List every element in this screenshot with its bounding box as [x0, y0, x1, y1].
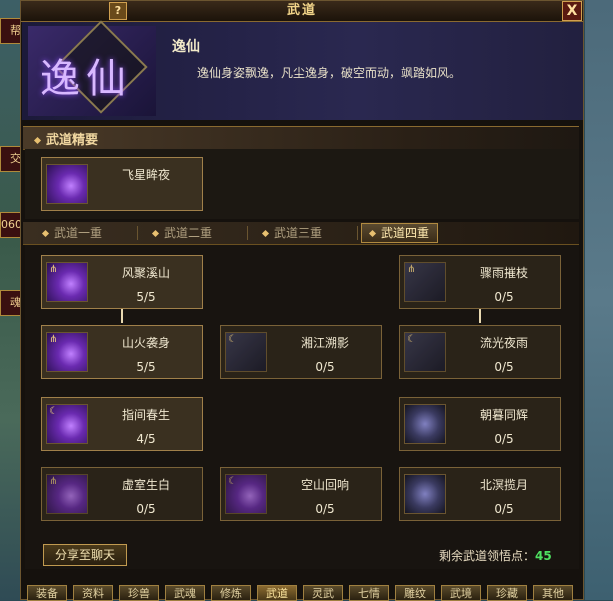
river-shadow-icon: ☾: [225, 332, 267, 372]
skill-level: 5/5: [136, 360, 156, 374]
tab-tier-1-label: 武道一重: [54, 226, 103, 240]
tab-tier-3[interactable]: 武道三重: [261, 224, 323, 242]
bottom-tab-collection[interactable]: 珍藏: [487, 585, 527, 601]
skill-tree: ⋔ 风聚溪山 5/5 ⋔ 骤雨摧枝 0/5 ⋔ 山火袭身 5/5 ☾ 湘江溯影 …: [25, 245, 579, 569]
bottom-tab-wudao[interactable]: 武道: [257, 585, 297, 601]
skill-level: 5/5: [136, 290, 156, 304]
remaining-points: 剩余武道领悟点：45: [439, 547, 552, 564]
bottom-tab-engraving[interactable]: 雕纹: [395, 585, 435, 601]
school-name: 逸仙: [172, 39, 200, 55]
skill-level: 0/5: [494, 290, 514, 304]
wudao-window: 武道 ? X 逸仙 逸仙 逸仙身姿飘逸，凡尘逸身，破空而动，飒踏如风。 武道精要…: [20, 0, 584, 601]
essence-panel: 飞星眸夜: [25, 149, 579, 219]
side-tab-soul[interactable]: 魂: [0, 290, 22, 316]
bottom-tab-emotions[interactable]: 七情: [349, 585, 389, 601]
tab-tier-2-label: 武道二重: [164, 226, 213, 240]
skill-level: 4/5: [136, 432, 156, 446]
skill-name: 风聚溪山: [121, 266, 170, 280]
remaining-points-label: 剩余武道领悟点：: [439, 549, 536, 563]
skill-name: 虚室生白: [121, 478, 170, 492]
fire-strike-icon: ⋔: [46, 332, 88, 372]
skill-name: 湘江溯影: [300, 336, 349, 350]
tab-tier-4-label: 武道四重: [381, 226, 430, 240]
diamond-icon: [261, 229, 270, 238]
bottom-tab-equipment[interactable]: 装备: [27, 585, 67, 601]
essence-heading-label: 武道精要: [46, 133, 99, 148]
tab-tier-1[interactable]: 武道一重: [41, 224, 103, 242]
window-title: 武道: [286, 3, 317, 18]
skill-name: 流光夜雨: [479, 336, 528, 350]
tier-tabs: 武道一重 武道二重 武道三重 武道四重: [23, 222, 579, 245]
wind-strike-icon: ⋔: [46, 262, 88, 302]
skill-slot[interactable]: ☾ 指间春生 4/5: [41, 397, 203, 451]
night-rain-icon: ☾: [404, 332, 446, 372]
skill-slot[interactable]: ⋔ 山火袭身 5/5: [41, 325, 203, 379]
emblem-calligraphy: 逸仙: [40, 56, 132, 102]
skill-connector: [479, 309, 481, 323]
rain-strike-icon: ⋔: [404, 262, 446, 302]
skill-name: 朝暮同辉: [479, 408, 528, 422]
bottom-tab-soul[interactable]: 武魂: [165, 585, 205, 601]
diamond-icon: [368, 229, 377, 238]
tab-divider: [137, 226, 138, 240]
skill-level: 0/5: [315, 502, 335, 516]
bottom-tab-profile[interactable]: 资料: [73, 585, 113, 601]
skill-slot[interactable]: 北溟揽月 0/5: [399, 467, 561, 521]
title-bar[interactable]: 武道 ? X: [21, 1, 583, 22]
remaining-points-value: 45: [535, 549, 552, 563]
echo-mountain-icon: ☾: [225, 474, 267, 514]
help-button[interactable]: ?: [109, 2, 127, 20]
bottom-tab-realm[interactable]: 武境: [441, 585, 481, 601]
side-tab-counter[interactable]: 060: [0, 212, 22, 238]
essence-heading: 武道精要: [23, 126, 579, 150]
school-emblem: 逸仙: [28, 20, 156, 116]
moon-grasp-icon: [404, 474, 446, 514]
bottom-tab-pets[interactable]: 珍兽: [119, 585, 159, 601]
skill-level: 0/5: [136, 502, 156, 516]
void-room-icon: ⋔: [46, 474, 88, 514]
share-to-chat-button[interactable]: 分享至聊天: [43, 544, 127, 566]
bottom-tab-other[interactable]: 其他: [533, 585, 573, 601]
skill-slot[interactable]: ☾ 流光夜雨 0/5: [399, 325, 561, 379]
skill-level: 0/5: [494, 502, 514, 516]
game-background-right: [585, 0, 613, 600]
tab-divider: [357, 226, 358, 240]
tab-tier-2[interactable]: 武道二重: [151, 224, 213, 242]
skill-level: 0/5: [315, 360, 335, 374]
bottom-tab-bar: 装备 资料 珍兽 武魂 修炼 武道 灵武 七情 雕纹 武境 珍藏 其他: [25, 585, 581, 601]
tab-divider: [247, 226, 248, 240]
skill-slot[interactable]: ☾ 空山回响 0/5: [220, 467, 382, 521]
skill-slot[interactable]: 朝暮同辉 0/5: [399, 397, 561, 451]
skill-name: 指间春生: [121, 408, 170, 422]
essence-skill-name: 飞星眸夜: [121, 168, 170, 182]
diamond-icon: [33, 136, 42, 145]
skill-name: 骤雨摧枝: [479, 266, 528, 280]
dawn-dusk-icon: [404, 404, 446, 444]
skill-name: 空山回响: [300, 478, 349, 492]
spring-bloom-icon: ☾: [46, 404, 88, 444]
school-description: 逸仙身姿飘逸，凡尘逸身，破空而动，飒踏如风。: [197, 66, 462, 80]
shooting-star-icon: [46, 164, 88, 204]
bottom-tab-spirit-weapon[interactable]: 灵武: [303, 585, 343, 601]
close-button[interactable]: X: [562, 1, 582, 21]
skill-slot[interactable]: ☾ 湘江溯影 0/5: [220, 325, 382, 379]
skill-level: 0/5: [494, 432, 514, 446]
diamond-icon: [151, 229, 160, 238]
skill-name: 北溟揽月: [479, 478, 528, 492]
skill-name: 山火袭身: [121, 336, 170, 350]
side-tab-trade[interactable]: 交易: [0, 146, 22, 172]
diamond-icon: [41, 229, 50, 238]
side-tab-guild[interactable]: 帮会: [0, 18, 22, 44]
bottom-tab-cultivation[interactable]: 修炼: [211, 585, 251, 601]
tab-tier-3-label: 武道三重: [274, 226, 323, 240]
essence-skill[interactable]: 飞星眸夜: [41, 157, 203, 211]
skill-slot[interactable]: ⋔ 骤雨摧枝 0/5: [399, 255, 561, 309]
skill-slot[interactable]: ⋔ 虚室生白 0/5: [41, 467, 203, 521]
tab-tier-4[interactable]: 武道四重: [361, 223, 439, 243]
school-header: 逸仙 逸仙 逸仙身姿飘逸，凡尘逸身，破空而动，飒踏如风。: [22, 20, 583, 120]
skill-connector: [121, 309, 123, 323]
skill-slot[interactable]: ⋔ 风聚溪山 5/5: [41, 255, 203, 309]
skill-level: 0/5: [494, 360, 514, 374]
